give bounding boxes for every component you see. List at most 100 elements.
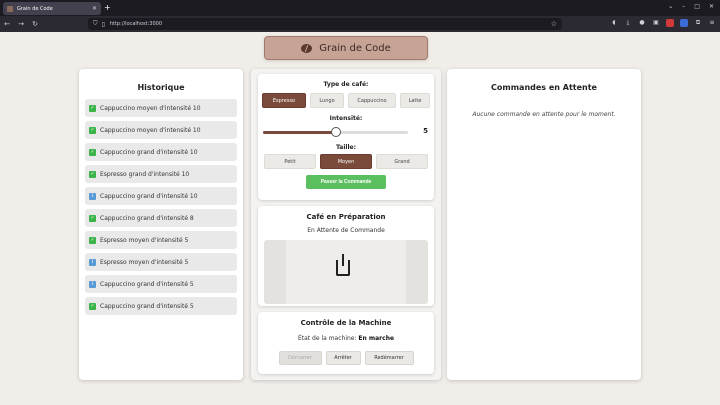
brand-title: Grain de Code <box>319 42 391 54</box>
intensity-slider-thumb[interactable] <box>330 127 341 137</box>
history-panel: Historique ✓ Cappuccino moyen d'intensité… <box>79 69 243 380</box>
machine-control-card: Contrôle de la Machine État de la machin… <box>258 312 434 374</box>
history-item: ✓ Cappuccino moyen d'intensité 10 <box>85 99 237 117</box>
history-list: ✓ Cappuccino moyen d'intensité 10 ✓ Cappucc… <box>79 99 243 315</box>
coffee-type-lungo[interactable]: Lungo <box>310 93 344 108</box>
center-column: Type de café: Espresso Lungo Cappuccino Lat… <box>251 69 441 380</box>
history-item-text: Cappuccino moyen d'intensité 10 <box>100 104 201 112</box>
info-icon: i <box>89 280 96 288</box>
preparation-card: Café en Préparation En Attente de Comman… <box>258 206 434 306</box>
extension-blue-icon[interactable] <box>680 19 688 27</box>
queue-empty-message: Aucune commande en attente pour le momen… <box>472 111 616 118</box>
coffee-type-latte[interactable]: Latte <box>400 93 430 108</box>
history-item-text: Cappuccino grand d'intensité 10 <box>100 192 198 200</box>
screenshot-icon[interactable]: ▣ <box>652 19 660 27</box>
size-selector: Petit Moyen Grand <box>258 154 434 169</box>
machine-state: État de la machine: En marche <box>258 335 434 342</box>
size-moyen[interactable]: Moyen <box>320 154 372 169</box>
size-label: Taille: <box>335 144 356 151</box>
history-item-text: Espresso moyen d'intensité 5 <box>100 258 189 266</box>
menu-icon[interactable]: ≡ <box>708 19 716 27</box>
browser-tab[interactable]: Grain de Code ✕ <box>3 2 101 15</box>
check-icon: ✓ <box>89 214 96 222</box>
window-controls: ⌄ – □ ✕ <box>668 3 714 10</box>
type-label: Type de café: <box>323 81 369 88</box>
machine-buttons: Démarrer Arrêter Redémarrer <box>258 351 434 365</box>
start-button[interactable]: Démarrer <box>278 351 322 365</box>
tab-list-icon[interactable]: ⌄ <box>668 3 673 10</box>
restart-button[interactable]: Redémarrer <box>364 351 414 365</box>
toolbar-icons: ◖ ⤓ ● ▣ ⧉ ≡ <box>610 19 716 27</box>
coffee-type-selector: Espresso Lungo Cappuccino Latte <box>258 93 434 108</box>
check-icon: ✓ <box>89 302 96 310</box>
maximize-icon[interactable]: □ <box>694 3 700 10</box>
url-input[interactable] <box>109 21 551 27</box>
history-item-text: Espresso moyen d'intensité 5 <box>100 236 189 244</box>
history-item: i Cappuccino grand d'intensité 5 <box>85 275 237 293</box>
history-item: ✓ Cappuccino grand d'intensité 5 <box>85 297 237 315</box>
brand-header: Grain de Code <box>264 36 428 60</box>
history-item-text: Cappuccino moyen d'intensité 10 <box>100 126 201 134</box>
machine-state-label: État de la machine: <box>297 335 357 342</box>
reload-icon[interactable]: ↻ <box>28 20 42 28</box>
intensity-label: Intensité: <box>329 115 363 122</box>
pocket-icon[interactable]: ◖ <box>610 19 618 27</box>
shield-icon[interactable]: ⛉ <box>93 20 98 28</box>
bookmark-star-icon[interactable]: ☆ <box>551 20 557 28</box>
intensity-value: 5 <box>423 127 428 135</box>
back-icon[interactable]: ← <box>0 20 14 28</box>
intensity-slider-row: 5 <box>258 126 434 138</box>
intensity-slider[interactable] <box>263 127 408 137</box>
history-item: ✓ Cappuccino grand d'intensité 8 <box>85 209 237 227</box>
check-icon: ✓ <box>89 170 96 178</box>
close-tab-icon[interactable]: ✕ <box>92 5 97 12</box>
browser-nav-bar: ← → ↻ ⛉ ▯ ☆ ◖ ⤓ ● ▣ ⧉ ≡ <box>0 16 720 32</box>
preparation-title: Café en Préparation <box>306 213 386 221</box>
check-icon: ✓ <box>89 236 96 244</box>
history-item: ✓ Cappuccino moyen d'intensité 10 <box>85 121 237 139</box>
extensions-icon[interactable]: ⧉ <box>694 19 702 27</box>
history-item-text: Cappuccino grand d'intensité 10 <box>100 148 198 156</box>
info-icon: i <box>89 258 96 266</box>
stop-button[interactable]: Arrêter <box>325 351 361 365</box>
check-icon: ✓ <box>89 126 96 134</box>
coffee-type-cappuccino[interactable]: Cappuccino <box>348 93 396 108</box>
machine-state-value: En marche <box>358 335 395 342</box>
check-icon: ✓ <box>89 104 96 112</box>
check-icon: ✓ <box>89 148 96 156</box>
download-icon[interactable]: ⤓ <box>624 19 632 27</box>
history-item: ✓ Espresso moyen d'intensité 5 <box>85 231 237 249</box>
new-tab-icon[interactable]: + <box>104 3 111 12</box>
tab-title: Grain de Code <box>17 5 53 12</box>
coffee-cup-icon <box>336 260 350 276</box>
history-item-text: Espresso grand d'intensité 10 <box>100 170 190 178</box>
favicon-icon <box>7 5 13 12</box>
intensity-slider-fill <box>263 131 336 134</box>
forward-icon[interactable]: → <box>14 20 28 28</box>
queue-panel: Commandes en Attente Aucune commande en … <box>447 69 641 380</box>
history-item: i Cappuccino grand d'intensité 10 <box>85 187 237 205</box>
size-petit[interactable]: Petit <box>264 154 316 169</box>
coffee-type-espresso[interactable]: Espresso <box>262 93 306 108</box>
url-bar[interactable]: ⛉ ▯ ☆ <box>88 18 562 30</box>
history-item: ✓ Cappuccino grand d'intensité 10 <box>85 143 237 161</box>
history-item: ✓ Espresso grand d'intensité 10 <box>85 165 237 183</box>
history-item-text: Cappuccino grand d'intensité 5 <box>100 280 194 288</box>
coffee-bean-icon <box>301 43 313 53</box>
size-grand[interactable]: Grand <box>376 154 428 169</box>
queue-title: Commandes en Attente <box>491 83 597 92</box>
history-item: i Espresso moyen d'intensité 5 <box>85 253 237 271</box>
history-item-text: Cappuccino grand d'intensité 8 <box>100 214 194 222</box>
extension-red-icon[interactable] <box>666 19 674 27</box>
browser-tab-bar: Grain de Code ✕ + ⌄ – □ ✕ <box>0 0 720 16</box>
close-window-icon[interactable]: ✕ <box>709 3 714 10</box>
coffee-animation <box>264 240 428 304</box>
info-icon: i <box>89 192 96 200</box>
place-order-button[interactable]: Passer la Commande <box>306 175 386 189</box>
order-form: Type de café: Espresso Lungo Cappuccino Lat… <box>258 74 434 200</box>
page-info-icon[interactable]: ▯ <box>102 21 105 28</box>
account-icon[interactable]: ● <box>638 19 646 27</box>
machine-title: Contrôle de la Machine <box>300 319 392 327</box>
preparation-status: En Attente de Commande <box>307 227 385 234</box>
minimize-icon[interactable]: – <box>682 3 685 10</box>
